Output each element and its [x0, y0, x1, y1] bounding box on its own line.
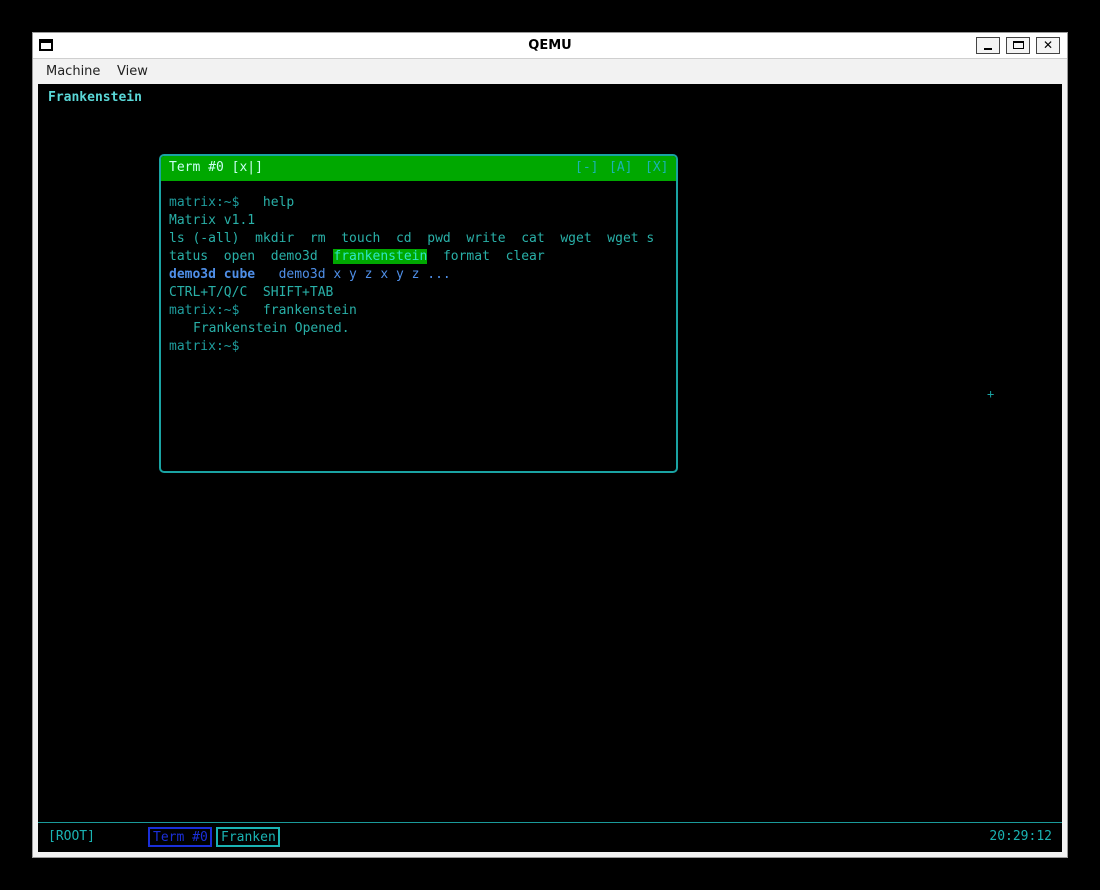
terminal-maximize-button[interactable]: [A]: [609, 160, 632, 175]
root-label[interactable]: [ROOT]: [48, 829, 95, 844]
terminal-line: tatus open demo3d frankenstein format cl…: [169, 248, 669, 266]
task-button-franken[interactable]: Franken: [216, 827, 280, 847]
guest-screen[interactable]: Frankenstein Term #0 [x|] [-] [A] [X] ma…: [38, 84, 1062, 852]
terminal-line: Matrix v1.1: [169, 213, 256, 228]
terminal-line: ls (-all) mkdir rm touch cd pwd write ca…: [169, 231, 655, 246]
qemu-window: QEMU ✕ Machine View Frankenstein Term #0…: [32, 32, 1068, 858]
minimize-button[interactable]: [976, 37, 1000, 54]
task-button-term[interactable]: Term #0: [148, 827, 212, 847]
terminal-title-bar[interactable]: Term #0 [x|] [-] [A] [X]: [161, 156, 676, 181]
terminal-line: matrix:~$: [169, 338, 669, 356]
mouse-cursor-icon: +: [987, 387, 995, 401]
window-title: QEMU: [528, 38, 572, 53]
highlighted-command: frankenstein: [333, 249, 428, 264]
terminal-line: CTRL+T/Q/C SHIFT+TAB: [169, 285, 334, 300]
close-icon: ✕: [1042, 38, 1054, 52]
prompt: matrix:~$: [169, 339, 240, 354]
terminal-output[interactable]: matrix:~$ help Matrix v1.1 ls (-all) mkd…: [169, 194, 669, 356]
active-app-label: Frankenstein: [48, 90, 142, 105]
terminal-close-button[interactable]: [X]: [645, 160, 668, 175]
demo3d-args-text: demo3d x y z x y z ...: [255, 267, 451, 282]
maximize-icon: [1012, 41, 1024, 49]
command-list-text: format clear: [427, 249, 545, 264]
terminal-line: matrix:~$ help: [169, 194, 669, 212]
terminal-line: demo3d cube demo3d x y z x y z ...: [169, 266, 669, 284]
terminal-line: matrix:~$ frankenstein: [169, 302, 669, 320]
terminal-line: Frankenstein Opened.: [193, 321, 350, 336]
minimize-icon: [984, 48, 992, 50]
terminal-title: Term #0 [x|]: [169, 160, 263, 175]
terminal-minimize-button[interactable]: [-]: [575, 160, 598, 175]
menu-bar: Machine View: [33, 59, 1067, 83]
maximize-button[interactable]: [1006, 37, 1030, 54]
command-text: frankenstein: [239, 303, 357, 318]
demo3d-cube-text: demo3d cube: [169, 267, 256, 282]
clock: 20:29:12: [989, 829, 1052, 844]
close-button[interactable]: ✕: [1036, 37, 1060, 54]
taskbar: [ROOT] Term #0 Franken 20:29:12: [38, 822, 1062, 852]
menu-view[interactable]: View: [117, 64, 148, 79]
command-list-text: tatus open demo3d: [169, 249, 334, 264]
prompt: matrix:~$: [169, 303, 240, 318]
terminal-window[interactable]: Term #0 [x|] [-] [A] [X] matrix:~$ help …: [159, 154, 678, 473]
prompt: matrix:~$: [169, 195, 240, 210]
menu-machine[interactable]: Machine: [46, 64, 100, 79]
command-text: help: [239, 195, 295, 210]
title-bar[interactable]: QEMU ✕: [33, 33, 1067, 59]
